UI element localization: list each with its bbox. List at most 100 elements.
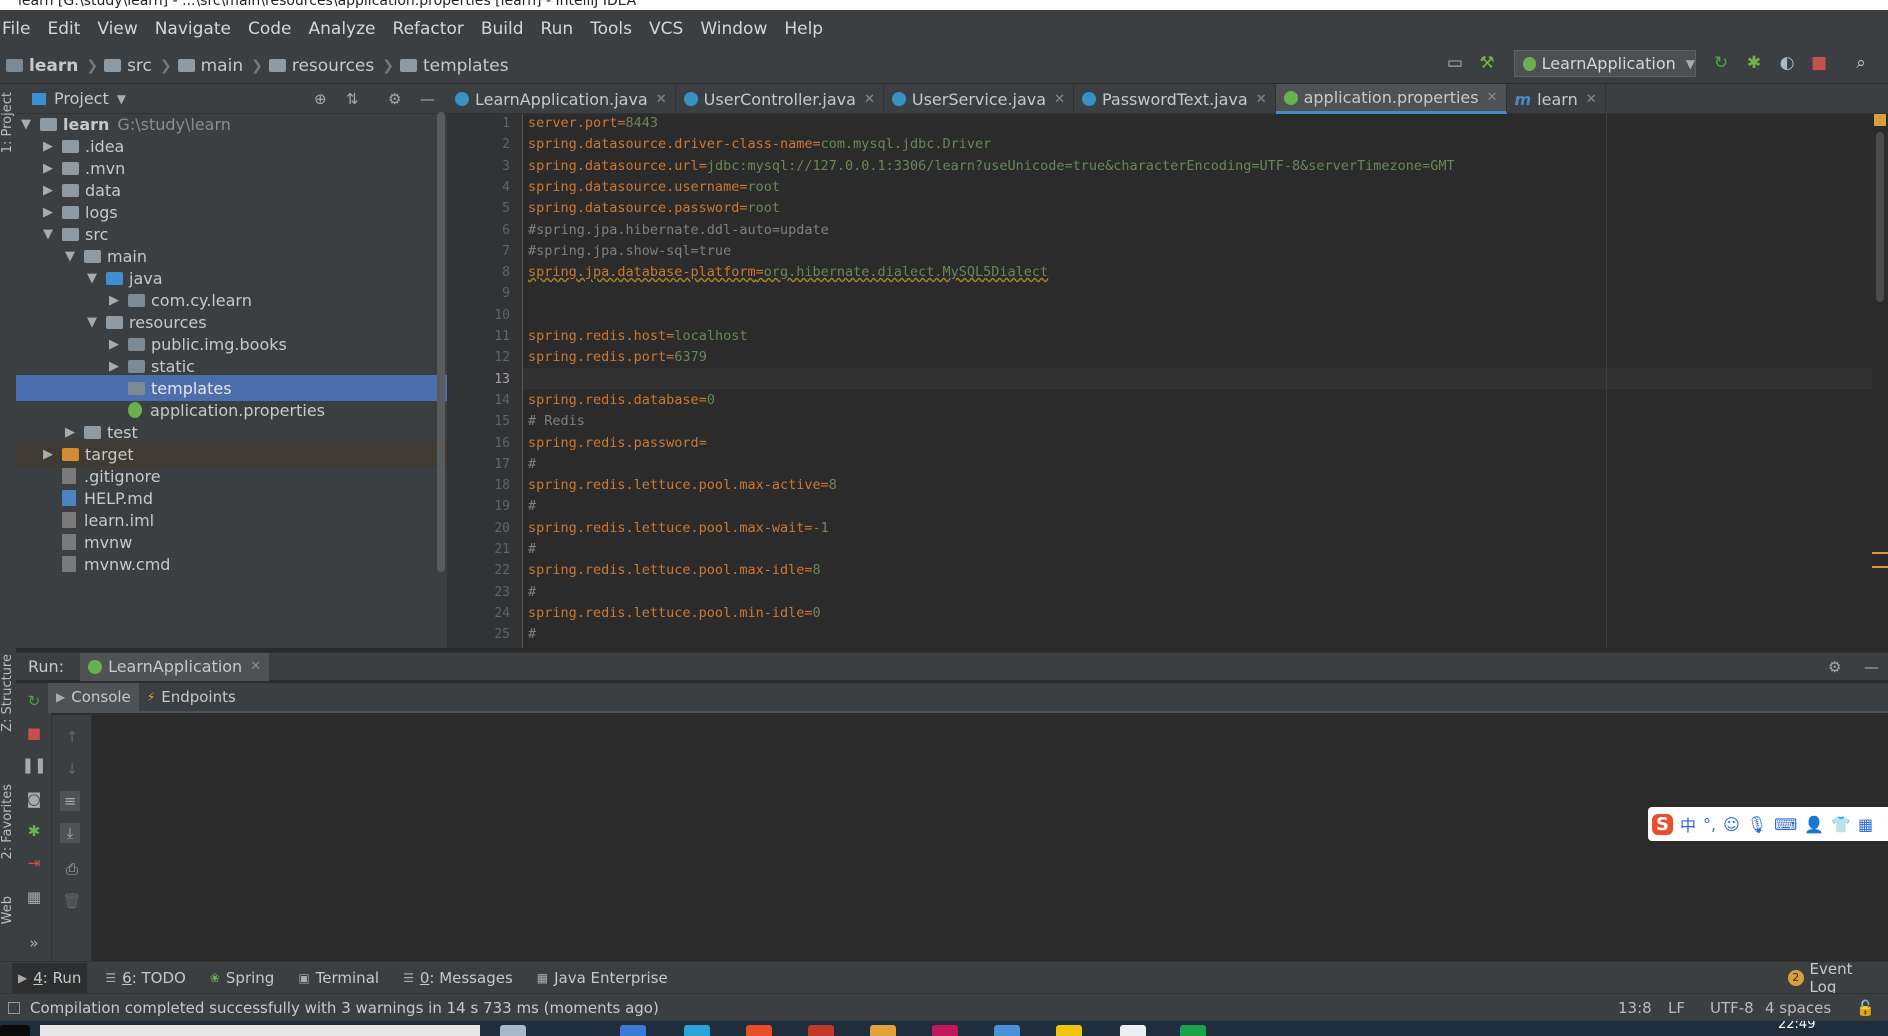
emoji-icon[interactable]: ☺ <box>1723 815 1740 834</box>
code-line[interactable]: spring.redis.lettuce.pool.max-wait=-1 <box>528 520 829 536</box>
trash-icon[interactable]: 🗑 <box>62 891 82 911</box>
menu-item[interactable]: Code <box>248 19 292 39</box>
code-line[interactable]: spring.redis.host=localhost <box>528 328 747 344</box>
close-icon[interactable]: ✕ <box>1256 92 1267 107</box>
user-icon[interactable]: 👤 <box>1804 815 1824 834</box>
code-line[interactable]: # Redis <box>528 413 585 429</box>
editor-tab[interactable]: UserController.java ✕ <box>676 84 884 114</box>
chevron-right-icon[interactable]: ▶ <box>42 161 54 176</box>
taskbar-search-box[interactable] <box>40 1025 480 1036</box>
menu-item[interactable]: View <box>97 19 137 39</box>
code-line[interactable]: spring.datasource.driver-class-name=com.… <box>528 136 991 152</box>
chevron-down-icon[interactable]: ▼ <box>20 117 32 132</box>
run-config-tab[interactable]: LearnApplication ✕ <box>80 652 270 681</box>
menu-item[interactable]: Window <box>700 19 767 39</box>
chevron-right-icon[interactable]: ▶ <box>108 337 120 352</box>
tree-item[interactable]: mvnw.cmd <box>16 551 447 577</box>
hide-icon[interactable]: — <box>420 90 435 108</box>
menu-item[interactable]: Refactor <box>393 19 464 39</box>
chevron-right-icon[interactable]: ▶ <box>42 183 54 198</box>
menu-item[interactable]: Build <box>481 19 524 39</box>
search-icon[interactable]: ⌕ <box>1850 52 1872 74</box>
debug-icon[interactable]: ✱ <box>1743 52 1765 74</box>
pause-icon[interactable]: ❚❚ <box>21 755 46 775</box>
chevron-down-icon[interactable]: ▼ <box>42 227 54 242</box>
microphone-icon[interactable]: 🎙 <box>1747 815 1767 834</box>
rerun-icon[interactable]: ↻ <box>24 691 44 711</box>
exit-icon[interactable]: ⇥ <box>24 853 44 873</box>
close-icon[interactable]: ✕ <box>1054 92 1065 107</box>
skin-icon[interactable]: 👕 <box>1831 815 1851 834</box>
gear-icon[interactable]: ⚙ <box>388 90 401 108</box>
menu-item[interactable]: VCS <box>649 19 683 39</box>
caret-position[interactable]: 13:8 <box>1618 999 1652 1017</box>
code-line[interactable]: spring.datasource.password=root <box>528 200 780 216</box>
bottom-tab[interactable]: ☰ 6: TODO <box>99 963 191 993</box>
code-line[interactable]: # <box>528 541 536 557</box>
project-panel-title[interactable]: Project <box>54 89 109 108</box>
up-arrow-icon[interactable]: ↑ <box>62 727 82 747</box>
gear-icon[interactable]: ⚙ <box>1828 658 1841 676</box>
breadcrumb-item[interactable]: src ❯ <box>104 56 172 76</box>
run-subtab[interactable]: ⚡ Endpoints <box>139 683 244 711</box>
scroll-to-end-icon[interactable]: ⤓ <box>60 823 80 843</box>
indent-setting[interactable]: 4 spaces <box>1765 999 1831 1017</box>
structure-tool-label[interactable]: Z: Structure <box>0 654 15 732</box>
down-arrow-icon[interactable]: ↓ <box>62 759 82 779</box>
app-icon[interactable] <box>1120 1025 1146 1036</box>
coverage-icon[interactable]: ◐ <box>1776 52 1798 74</box>
app-icon[interactable] <box>994 1025 1020 1036</box>
intellij-icon[interactable] <box>932 1025 958 1036</box>
breadcrumb-item[interactable]: main ❯ <box>177 56 263 76</box>
bottom-tab[interactable]: ☰ 0: Messages <box>397 963 519 993</box>
breadcrumb-item[interactable]: learn ❯ <box>6 56 98 76</box>
web-tool-label[interactable]: Web <box>0 896 15 924</box>
code-line[interactable]: spring.redis.lettuce.pool.max-active=8 <box>528 477 837 493</box>
code-line[interactable]: # <box>528 456 536 472</box>
close-icon[interactable]: ✕ <box>1586 92 1597 107</box>
menu-item[interactable]: File <box>2 19 30 39</box>
editor-tab[interactable]: UserService.java ✕ <box>884 84 1074 114</box>
lock-icon[interactable]: 🔓 <box>1856 999 1875 1017</box>
app-icon[interactable] <box>1180 1025 1206 1036</box>
layout-icon[interactable]: ▭ <box>1444 52 1466 74</box>
layout-toggle-icon[interactable] <box>8 1001 20 1014</box>
file-encoding[interactable]: UTF-8 <box>1710 999 1754 1017</box>
collapse-all-icon[interactable]: ⇅ <box>346 90 359 108</box>
editor-tab[interactable]: LearnApplication.java ✕ <box>447 84 676 114</box>
warning-stripe[interactable] <box>1872 566 1888 568</box>
project-tool-label[interactable]: 1: Project <box>0 92 15 153</box>
grid-icon[interactable]: ▦ <box>1858 815 1873 834</box>
code-line[interactable]: spring.redis.port=6379 <box>528 349 707 365</box>
close-icon[interactable]: ✕ <box>250 659 261 674</box>
soft-wrap-icon[interactable]: ≡ <box>60 791 80 811</box>
code-line[interactable]: spring.redis.lettuce.pool.max-idle=8 <box>528 562 821 578</box>
code-line[interactable]: # <box>528 626 536 642</box>
editor-scrollbar[interactable] <box>1872 114 1888 648</box>
menu-item[interactable]: Run <box>541 19 574 39</box>
menu-item[interactable]: Navigate <box>155 19 231 39</box>
keyboard-icon[interactable]: ⌨ <box>1774 815 1797 834</box>
layout-icon[interactable]: ▦ <box>24 887 44 907</box>
code-line[interactable]: #spring.jpa.show-sql=true <box>528 243 731 259</box>
edge-icon[interactable] <box>684 1025 710 1036</box>
chevron-right-icon[interactable]: ▶ <box>108 293 120 308</box>
breadcrumb-item[interactable]: templates <box>399 56 509 76</box>
chevron-right-icon[interactable]: ▶ <box>64 425 76 440</box>
menu-item[interactable]: Tools <box>590 19 632 39</box>
code-line[interactable]: spring.datasource.url=jdbc:mysql://127.0… <box>528 158 1455 174</box>
event-log-tab[interactable]: 2 Event Log <box>1782 960 1888 996</box>
app-icon[interactable] <box>1056 1025 1082 1036</box>
debug-icon[interactable]: ✱ <box>24 821 44 841</box>
menu-item[interactable]: Analyze <box>309 19 376 39</box>
breadcrumb-item[interactable]: resources ❯ <box>268 56 394 76</box>
menu-item[interactable]: Edit <box>47 19 80 39</box>
close-icon[interactable]: ✕ <box>864 92 875 107</box>
bottom-tab[interactable]: ▦ Java Enterprise <box>531 963 674 993</box>
run-config-select[interactable]: LearnApplication ▼ <box>1514 50 1696 77</box>
app-icon[interactable] <box>808 1025 834 1036</box>
favorites-tool-label[interactable]: 2: Favorites <box>0 784 15 860</box>
editor-tab[interactable]: m learn ✕ <box>1507 84 1606 114</box>
chrome-icon[interactable] <box>746 1025 772 1036</box>
run-subtab[interactable]: ▶ Console <box>48 683 139 711</box>
